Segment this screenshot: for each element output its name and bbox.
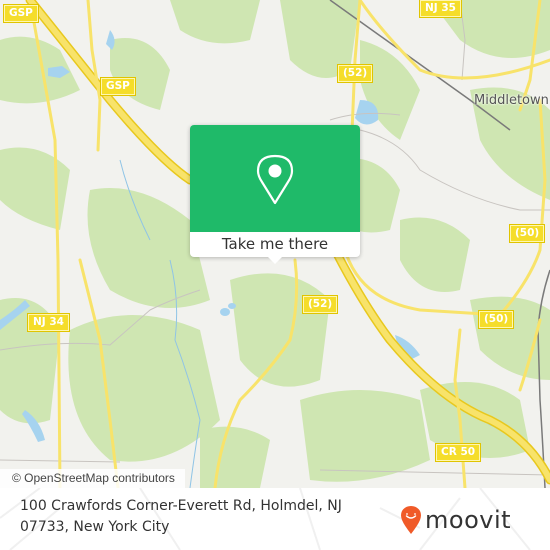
footer-bar: 100 Crawfords Corner-Everett Rd, Holmdel…: [0, 488, 550, 550]
road-shield-52: (52): [338, 65, 373, 82]
road-shield-gsp: GSP: [4, 5, 38, 22]
moovit-pin-icon: [401, 506, 421, 534]
moovit-logo[interactable]: moovit: [400, 500, 511, 540]
moovit-wordmark: moovit: [425, 506, 512, 534]
road-shield-cr50: CR 50: [436, 444, 481, 461]
road-shield-50: (50): [479, 311, 514, 328]
place-label-middletown: Middletown: [474, 93, 549, 108]
popup-header: [190, 125, 360, 232]
road-shield-nj35: NJ 35: [420, 0, 461, 17]
map-view[interactable]: GSP GSP NJ 35 (52) (52) (50) (50) NJ 34 …: [0, 0, 550, 488]
take-me-there-button[interactable]: Take me there: [190, 232, 360, 257]
map-pin-icon: [256, 154, 294, 205]
road-shield-52: (52): [303, 296, 338, 313]
location-popup: Take me there: [190, 125, 360, 264]
address-text: 100 Crawfords Corner-Everett Rd, Holmdel…: [20, 498, 342, 535]
popup-pointer: [267, 256, 283, 264]
road-shield-nj34: NJ 34: [28, 314, 69, 331]
osm-attribution[interactable]: © OpenStreetMap contributors: [0, 469, 185, 488]
road-shield-50: (50): [510, 225, 545, 242]
road-shield-gsp: GSP: [101, 78, 135, 95]
